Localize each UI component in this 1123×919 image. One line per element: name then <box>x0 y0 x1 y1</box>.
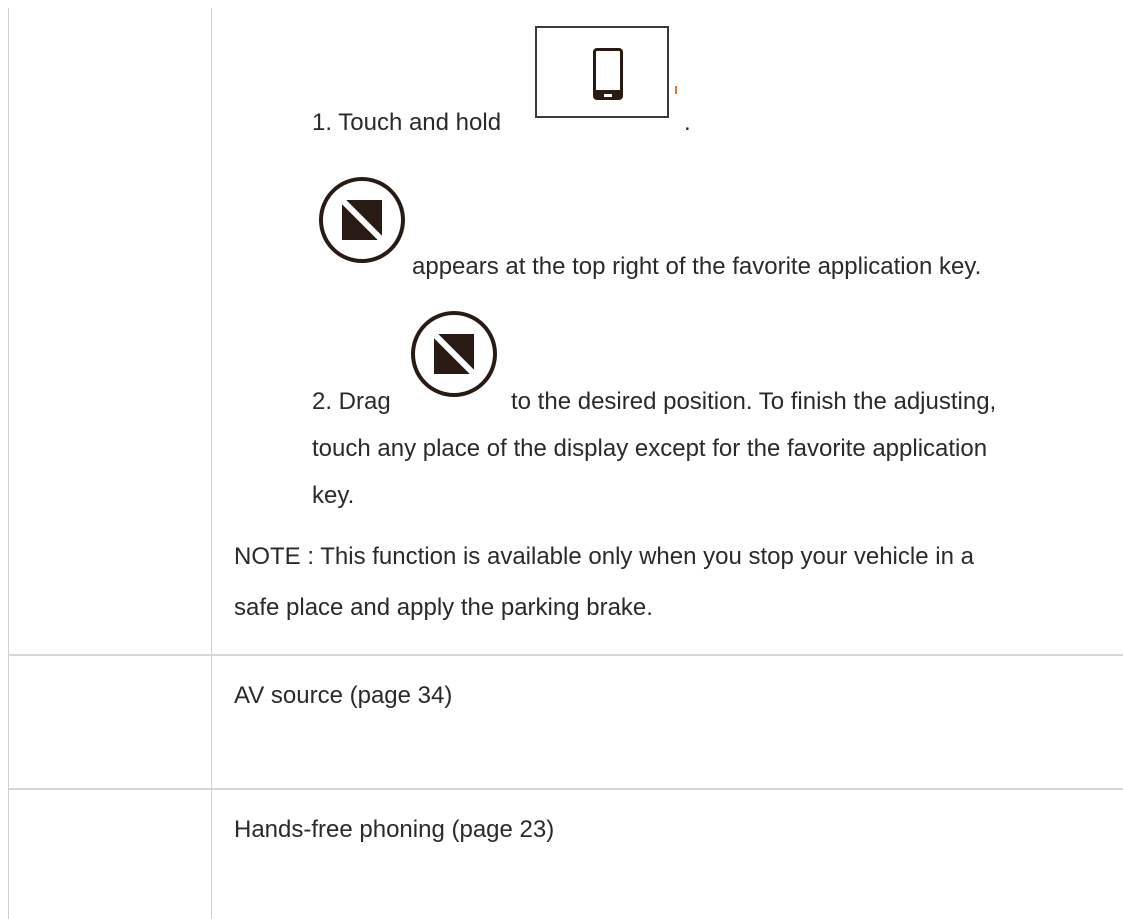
table-column-divider <box>211 8 212 919</box>
manual-page: 1. Touch and hold . appears at the top r… <box>0 0 1123 919</box>
step2-text: 2. Drag <box>312 388 391 415</box>
table-row-divider <box>8 788 1123 790</box>
av-source-link[interactable]: AV source (page 34) <box>234 676 452 716</box>
table-row-divider <box>8 654 1123 656</box>
adjust-position-icon <box>319 177 405 263</box>
step2-line1: to the desired position. To finish the a… <box>511 388 997 415</box>
adjust-position-icon <box>411 311 497 397</box>
accent-mark <box>675 86 677 94</box>
step1-text: 1. Touch and hold <box>312 109 502 136</box>
phone-icon <box>593 48 623 100</box>
smartphone-key-icon <box>535 26 669 118</box>
table-left-border <box>8 8 9 919</box>
step2-line2: touch any place of the display except fo… <box>312 435 988 462</box>
step1-period: . <box>684 109 691 136</box>
hands-free-phoning-link[interactable]: Hands-free phoning (page 23) <box>234 810 554 850</box>
note-line1: NOTE : This function is available only w… <box>234 543 974 570</box>
step2-line3: key. <box>312 482 355 509</box>
note-line2: safe place and apply the parking brake. <box>234 594 653 621</box>
appears-text: appears at the top right of the favorite… <box>412 253 982 280</box>
